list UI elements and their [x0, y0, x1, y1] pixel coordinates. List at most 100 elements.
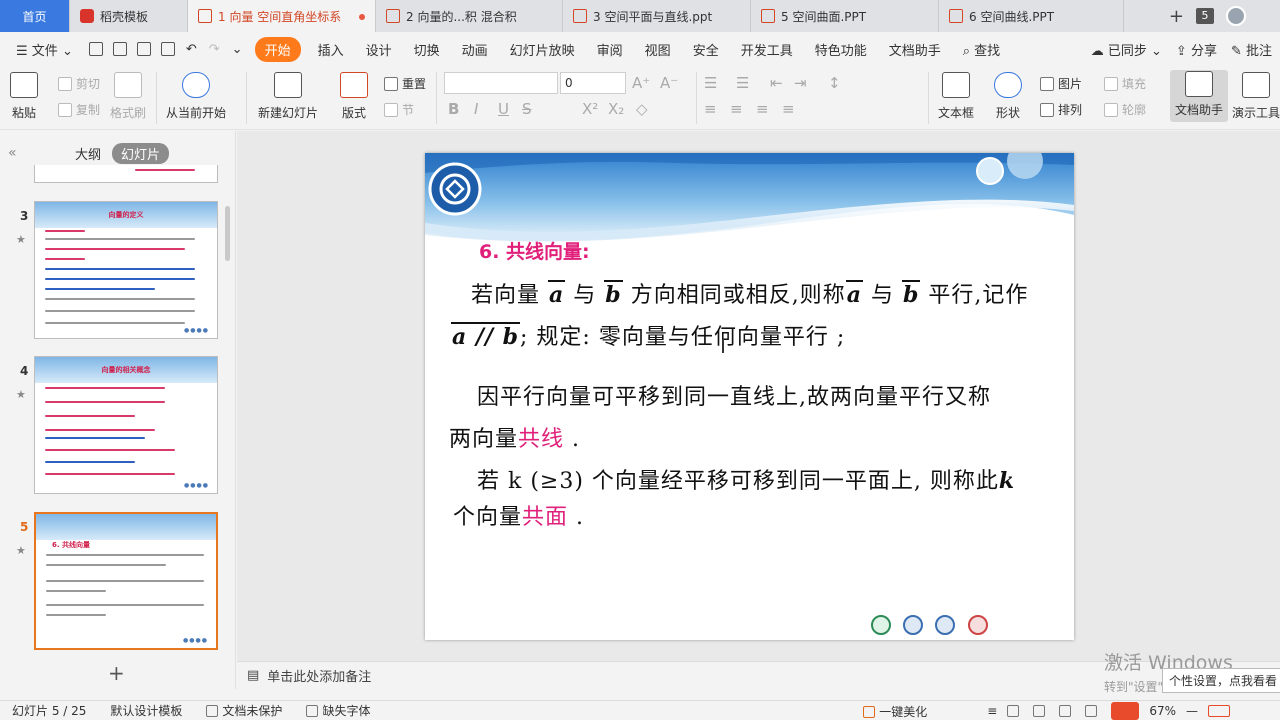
- undo-icon[interactable]: ↶: [180, 42, 203, 57]
- print-icon[interactable]: [136, 42, 151, 56]
- menu-tab-review[interactable]: 审阅: [586, 40, 634, 59]
- layout-button[interactable]: 版式: [340, 72, 368, 121]
- present-tool-button[interactable]: 演示工具: [1232, 72, 1280, 121]
- current-slide[interactable]: 6. 共线向量: 若向量 a 与 b 方向相同或相反,则称a 与 b 平行,记作…: [425, 153, 1074, 640]
- comment-button[interactable]: ✎ 批注: [1231, 40, 1272, 59]
- menu-tab-insert[interactable]: 插入: [307, 40, 355, 59]
- menu-tab-design[interactable]: 设计: [355, 40, 403, 59]
- next-nav-icon[interactable]: [935, 615, 955, 635]
- menu-tab-home[interactable]: 开始: [254, 36, 301, 62]
- beautify-button[interactable]: 一键美化: [863, 703, 927, 720]
- slide-thumbnail-2-partial[interactable]: [34, 165, 218, 183]
- section-button[interactable]: 节: [384, 101, 414, 118]
- menu-tab-animation[interactable]: 动画: [451, 40, 499, 59]
- indent-icon[interactable]: ⇤: [770, 74, 783, 92]
- textbox-button[interactable]: 文本框: [938, 72, 974, 121]
- save-icon[interactable]: [88, 42, 103, 56]
- font-name-input[interactable]: [444, 72, 558, 94]
- tab-ppt-1-active[interactable]: 1 向量 空间直角坐标系: [188, 0, 376, 32]
- tab-docer-templates[interactable]: 稻壳模板: [70, 0, 188, 32]
- new-tab-plus-icon[interactable]: +: [1169, 6, 1184, 27]
- tab-ppt-5[interactable]: 5 空间曲面.PPT: [751, 0, 939, 32]
- line-spacing-icon[interactable]: ↕: [828, 74, 841, 92]
- menu-tab-transition[interactable]: 切换: [403, 40, 451, 59]
- tab-ppt-3[interactable]: 3 空间平面与直线.ppt: [563, 0, 751, 32]
- new-slide-button[interactable]: 新建幻灯片: [258, 72, 318, 121]
- quick-access-dropdown-icon[interactable]: ⌄: [226, 42, 249, 57]
- menu-tab-developer[interactable]: 开发工具: [730, 40, 804, 59]
- normal-view-icon[interactable]: [1007, 705, 1020, 717]
- menu-tab-slideshow[interactable]: 幻灯片放映: [499, 40, 586, 59]
- animation-star-icon: ★: [16, 544, 26, 557]
- fill-button[interactable]: 填充: [1104, 75, 1146, 92]
- tab-count-badge[interactable]: 5: [1196, 8, 1214, 24]
- strikethrough-icon[interactable]: S: [522, 100, 532, 118]
- subscript-icon[interactable]: X₂: [608, 100, 624, 118]
- play-from-current-button[interactable]: 从当前开始: [166, 72, 226, 121]
- clear-format-icon[interactable]: ◇: [636, 100, 648, 118]
- bullets-icon[interactable]: ☰: [704, 74, 717, 92]
- redo-icon[interactable]: ↷: [203, 42, 226, 57]
- missing-font[interactable]: 缺失字体: [294, 702, 382, 719]
- align-right-icon[interactable]: ≡: [756, 100, 769, 118]
- increase-font-icon[interactable]: A⁺: [632, 74, 650, 92]
- user-avatar[interactable]: [1226, 6, 1246, 26]
- outline-button[interactable]: 轮廓: [1104, 101, 1146, 118]
- search-button[interactable]: ⌕ 查找: [952, 40, 1011, 59]
- bold-icon[interactable]: B: [448, 100, 459, 118]
- previous-nav-icon[interactable]: [903, 615, 923, 635]
- slides-view-tab[interactable]: 幻灯片: [112, 143, 170, 164]
- slide-thumbnail-4[interactable]: 向量的相关概念 ●●●●: [34, 356, 218, 494]
- panel-scrollbar[interactable]: [225, 206, 230, 261]
- file-menu[interactable]: ☰ 文件 ⌄: [12, 40, 84, 59]
- slide-sorter-icon[interactable]: [1033, 705, 1046, 717]
- copy-button[interactable]: 复制: [58, 101, 100, 118]
- home-nav-icon[interactable]: [871, 615, 891, 635]
- sogou-ime-icon[interactable]: [1208, 705, 1230, 717]
- paste-button[interactable]: 粘贴: [10, 72, 38, 121]
- cut-button[interactable]: 剪切: [58, 75, 100, 92]
- picture-button[interactable]: 图片: [1040, 75, 1082, 92]
- zoom-level[interactable]: 67%: [1149, 704, 1176, 718]
- justify-icon[interactable]: ≡: [782, 100, 795, 118]
- format-painter-button[interactable]: 格式刷: [110, 72, 146, 121]
- tab-home[interactable]: 首页: [0, 0, 70, 32]
- outdent-icon[interactable]: ⇥: [794, 74, 807, 92]
- arrange-button[interactable]: 排列: [1040, 101, 1082, 118]
- outline-view-tab[interactable]: 大纲: [75, 144, 101, 163]
- numbering-icon[interactable]: ☰: [736, 74, 749, 92]
- copy-label: 复制: [76, 103, 101, 117]
- share-button[interactable]: ⇪ 分享: [1176, 40, 1217, 59]
- play-slideshow-button[interactable]: [1111, 702, 1140, 720]
- presenter-view-icon[interactable]: [1085, 705, 1098, 717]
- doc-assistant-button[interactable]: 文档助手: [1170, 70, 1228, 122]
- menu-tab-security[interactable]: 安全: [682, 40, 730, 59]
- add-slide-plus-icon[interactable]: +: [108, 661, 125, 685]
- collapse-panel-icon[interactable]: «: [8, 145, 17, 161]
- font-size-input[interactable]: 0: [560, 72, 626, 94]
- menu-tab-doc-assistant[interactable]: 文档助手: [878, 40, 952, 59]
- reset-button[interactable]: 重置: [384, 75, 426, 92]
- underline-icon[interactable]: U: [498, 100, 509, 118]
- menu-tab-view[interactable]: 视图: [634, 40, 682, 59]
- notes-toggle-icon[interactable]: ≡: [987, 704, 997, 718]
- sync-button[interactable]: ☁ 已同步 ⌄: [1091, 40, 1162, 59]
- superscript-icon[interactable]: X²: [582, 100, 598, 118]
- decrease-font-icon[interactable]: A⁻: [660, 74, 678, 92]
- zoom-out-icon[interactable]: —: [1186, 704, 1198, 718]
- italic-icon[interactable]: I: [474, 100, 478, 118]
- slide-thumbnail-5-selected[interactable]: 6. 共线向量 ●●●●: [34, 512, 218, 650]
- close-nav-icon[interactable]: [968, 615, 988, 635]
- document-protection[interactable]: 文档未保护: [194, 702, 294, 719]
- reading-view-icon[interactable]: [1059, 705, 1072, 717]
- shape-button[interactable]: 形状: [994, 72, 1022, 121]
- tab-ppt-2[interactable]: 2 向量的...积 混合积: [376, 0, 563, 32]
- print-preview-icon[interactable]: [160, 42, 175, 56]
- design-template[interactable]: 默认设计模板: [98, 702, 194, 719]
- slide-thumbnail-3[interactable]: 向量的定义 ●●●●: [34, 201, 218, 339]
- tab-ppt-6[interactable]: 6 空间曲线.PPT: [939, 0, 1124, 32]
- menu-tab-features[interactable]: 特色功能: [804, 40, 878, 59]
- align-center-icon[interactable]: ≡: [730, 100, 743, 118]
- export-icon[interactable]: [112, 42, 127, 56]
- align-left-icon[interactable]: ≡: [704, 100, 717, 118]
